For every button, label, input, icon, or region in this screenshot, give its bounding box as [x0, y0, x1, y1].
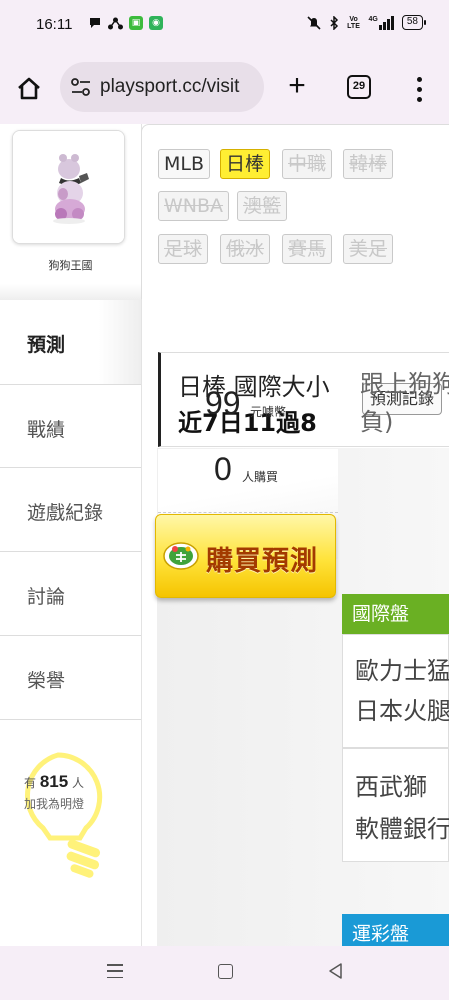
- buy-prediction-label: 購買預測: [206, 546, 318, 577]
- filter-khl: 俄冰: [220, 234, 271, 264]
- filter-cpbl: 中職: [282, 149, 333, 179]
- new-tab-button[interactable]: +: [282, 71, 312, 102]
- sidebar: 狗狗王國 預測 戰績 遊戲紀錄 討論 榮譽 有 815 人 加我為明燈: [0, 124, 141, 946]
- team-home: 日本火腿: [355, 697, 449, 725]
- sidebar-item-honors[interactable]: 榮譽: [0, 636, 141, 720]
- volte-icon: Vo LTE: [347, 15, 360, 30]
- notification-icons: ▣ ◉: [88, 16, 163, 30]
- filter-npb[interactable]: 日棒: [220, 149, 271, 179]
- sidebar-item-game-log[interactable]: 遊戲紀錄: [0, 468, 141, 552]
- buyers-unit: 人購買: [242, 470, 279, 484]
- sidebar-item-record[interactable]: 戰績: [0, 384, 141, 468]
- status-bar: 16:11 ▣ ◉ Vo LTE 4G 58: [0, 0, 449, 52]
- filter-kbo: 韓棒: [343, 149, 394, 179]
- lightbulb-icon[interactable]: [10, 749, 110, 879]
- battery-icon: 58: [401, 15, 427, 30]
- sidebar-item-predictions[interactable]: 預測: [0, 300, 141, 384]
- home-icon[interactable]: [14, 74, 44, 104]
- buyers-count: 0: [214, 451, 232, 487]
- back-icon[interactable]: [327, 962, 345, 980]
- system-icons: Vo LTE 4G 58: [306, 15, 427, 30]
- game-row[interactable]: 歐力士猛牛 日本火腿: [342, 634, 449, 748]
- page-content: 狗狗王國 預測 戰績 遊戲紀錄 討論 榮譽 有 815 人 加我為明燈 MLB …: [0, 124, 449, 946]
- home-nav-icon[interactable]: [218, 964, 233, 979]
- url-bar[interactable]: playsport.cc/visit: [60, 62, 264, 112]
- fan-subtitle[interactable]: 加我為明燈: [24, 795, 84, 812]
- green-app-icon: ◉: [149, 16, 163, 30]
- system-nav-bar: [0, 946, 449, 1000]
- tab-switcher-button[interactable]: 29: [347, 75, 371, 99]
- sidebar-item-discussion[interactable]: 討論: [0, 552, 141, 636]
- price-unit: 元噱幣: [250, 405, 287, 419]
- bluetooth-icon: [330, 15, 338, 30]
- avatar-image: [13, 131, 124, 243]
- share-icon: [108, 17, 123, 30]
- sidebar-item-label: 討論: [27, 586, 66, 608]
- recent-apps-icon[interactable]: [107, 964, 123, 978]
- buy-prediction-button[interactable]: 購買預測: [155, 514, 336, 598]
- section-international: 國際盤: [342, 594, 449, 634]
- coin-icon: [163, 542, 199, 570]
- team-away: 西武獅: [355, 773, 427, 801]
- browser-menu-button[interactable]: [409, 74, 429, 104]
- divider: [158, 512, 338, 513]
- section-lottery: 運彩盤: [342, 914, 449, 946]
- sidebar-shade: [0, 284, 141, 300]
- sidebar-item-label: 榮譽: [27, 670, 66, 692]
- url-text[interactable]: playsport.cc/visit: [100, 76, 239, 98]
- recent-record: 近7日11過8: [178, 409, 317, 437]
- league-filters: MLB 日棒 中職 韓棒 WNBA 澳籃 足球 俄冰 賽馬 美足: [141, 124, 449, 299]
- filter-nfl: 美足: [343, 234, 394, 264]
- filter-horse-racing: 賽馬: [282, 234, 333, 264]
- price-value: 99: [205, 385, 241, 421]
- status-time: 16:11: [36, 16, 73, 33]
- signal-icon: 4G: [369, 15, 394, 30]
- mute-icon: [306, 15, 321, 30]
- sidebar-item-label: 遊戲紀錄: [27, 502, 104, 524]
- prediction-intro: 跟上狗狗 負): [360, 370, 449, 436]
- prediction-title: 日棒 國際大小: [178, 373, 330, 401]
- chat-icon: [90, 18, 100, 28]
- sidebar-item-label: 戰績: [27, 419, 66, 441]
- team-away: 歐力士猛牛: [355, 657, 449, 685]
- green-app-icon: ▣: [129, 16, 143, 30]
- team-home: 軟體銀行: [355, 815, 449, 843]
- filter-mlb[interactable]: MLB: [158, 149, 211, 179]
- browser-toolbar: playsport.cc/visit + 29: [0, 52, 449, 124]
- fan-count-value: 815: [39, 772, 69, 791]
- site-settings-icon[interactable]: [70, 77, 92, 97]
- filter-nbl: 澳籃: [237, 191, 288, 221]
- fan-count: 有 815 人: [24, 772, 85, 791]
- sidebar-item-label: 預測: [27, 334, 66, 356]
- game-row[interactable]: 西武獅 軟體銀行: [342, 748, 449, 862]
- avatar[interactable]: [12, 130, 125, 244]
- filter-wnba: WNBA: [158, 191, 230, 221]
- user-name[interactable]: 狗狗王國: [0, 257, 141, 273]
- filter-soccer: 足球: [158, 234, 209, 264]
